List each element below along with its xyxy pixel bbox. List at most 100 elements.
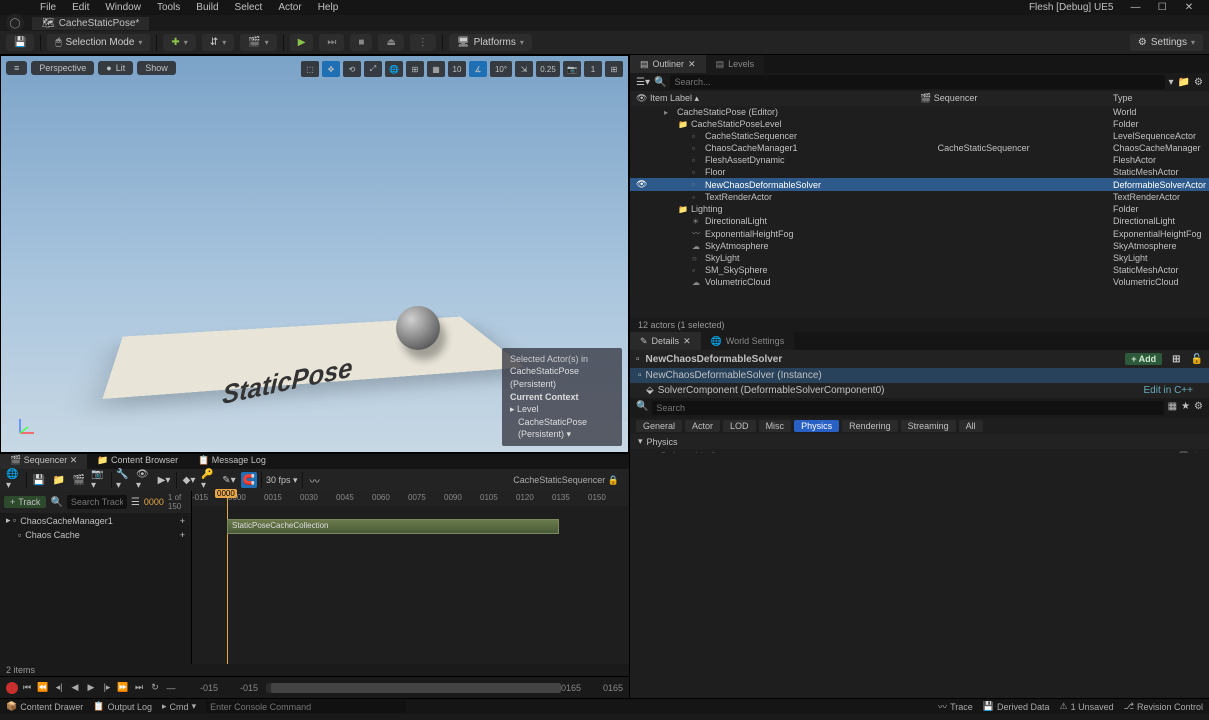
revision-control-button[interactable]: ⎇ Revision Control <box>1124 701 1203 712</box>
add-component-button[interactable]: + Add <box>1125 353 1162 365</box>
angle-snap-value[interactable]: 10° <box>490 61 512 77</box>
message-log-tab[interactable]: 📋 Message Log <box>188 454 276 469</box>
viewport-options[interactable]: ≡ <box>6 61 27 75</box>
menu-build[interactable]: Build <box>188 2 226 13</box>
stop-button[interactable]: ■ <box>350 34 372 51</box>
outliner-tab[interactable]: ▤ Outliner ✕ <box>630 55 706 73</box>
maximize-button[interactable]: ☐ <box>1150 2 1174 13</box>
save-icon[interactable]: 💾 <box>31 472 47 488</box>
view-icon[interactable]: 👁▾ <box>136 472 152 488</box>
grid-snap-icon[interactable]: ▦ <box>427 61 445 77</box>
filter-icon[interactable]: ☰ <box>131 497 140 508</box>
perspective-dropdown[interactable]: Perspective <box>31 61 94 75</box>
component-child[interactable]: ⬙ SolverComponent (DeformableSolverCompo… <box>630 383 1209 398</box>
component-root[interactable]: ▫ NewChaosDeformableSolver (Instance) <box>630 368 1209 383</box>
render-icon[interactable]: 🎬 <box>71 472 87 488</box>
menu-file[interactable]: File <box>32 2 64 13</box>
next-key-button[interactable]: |▸ <box>100 682 114 693</box>
edit-icon[interactable]: ✎▾ <box>221 472 237 488</box>
viewmode-dropdown[interactable]: ● Lit <box>98 61 133 75</box>
coord-space-icon[interactable]: 🌐 <box>385 61 403 77</box>
tree-row[interactable]: ▫ChaosCacheManager1CacheStaticSequencerC… <box>630 142 1209 154</box>
menu-help[interactable]: Help <box>310 2 347 13</box>
close-icon[interactable]: ✕ <box>683 336 691 347</box>
play-button[interactable]: ▶ <box>84 682 98 693</box>
frame-number[interactable]: 0000 <box>144 497 164 507</box>
filter-chip[interactable]: LOD <box>723 420 756 432</box>
col-type[interactable]: Type <box>1113 93 1203 104</box>
lock-icon[interactable]: 🔓 <box>1191 354 1203 365</box>
content-browser-tab[interactable]: 📁 Content Browser <box>87 454 188 469</box>
content-drawer-button[interactable]: 📦 Content Drawer <box>6 701 83 712</box>
unsaved-button[interactable]: ⚠ 1 Unsaved <box>1059 701 1113 712</box>
world-icon[interactable]: 🌐▾ <box>6 472 22 488</box>
settings-icon[interactable]: ⚙ <box>1194 77 1203 88</box>
grid-snap-value[interactable]: 10 <box>448 61 466 77</box>
dropdown-icon[interactable]: ▾ <box>1169 77 1174 88</box>
tree-row[interactable]: ○SkyLightSkyLight <box>630 252 1209 264</box>
timeline[interactable]: -015000000150030004500600075009001050120… <box>192 491 629 664</box>
curve-editor-icon[interactable]: 〰 <box>307 472 323 488</box>
track-search-input[interactable] <box>67 495 127 509</box>
transform-scale-icon[interactable]: ⤢ <box>364 61 382 77</box>
new-folder-icon[interactable]: 📁 <box>1178 77 1190 88</box>
col-sequencer[interactable]: 🎬 Sequencer <box>920 93 1113 104</box>
scale-snap-icon[interactable]: ⇲ <box>515 61 533 77</box>
col-item-label[interactable]: Item Label ▴ <box>650 93 920 104</box>
transform-move-icon[interactable]: ✥ <box>322 61 340 77</box>
tree-row[interactable]: ☁VolumetricCloudVolumetricCloud <box>630 276 1209 288</box>
filter-icon[interactable]: ☰▾ <box>636 77 650 88</box>
add-key-icon[interactable]: + <box>180 516 185 526</box>
step-fwd-button[interactable]: ⏩ <box>116 682 130 693</box>
goto-start-button[interactable]: ⏮ <box>20 682 34 693</box>
track-row[interactable]: ▸ ▫ ChaosCacheManager1+ <box>0 513 191 528</box>
play-options[interactable]: ⋮ <box>410 34 436 51</box>
document-tab[interactable]: 🗺 CacheStaticPose <box>32 17 149 30</box>
settings-dropdown[interactable]: ⚙ Settings <box>1130 34 1203 51</box>
levels-tab[interactable]: ▤ Levels <box>706 55 765 73</box>
details-tab[interactable]: ✎ Details ✕ <box>630 332 701 350</box>
details-search-input[interactable] <box>652 401 1163 415</box>
axis-gizmo-icon[interactable] <box>16 417 36 437</box>
tree-row[interactable]: ▫FloorStaticMeshActor <box>630 166 1209 178</box>
minimize-button[interactable]: — <box>1123 2 1147 13</box>
close-icon[interactable]: ✕ <box>70 455 78 465</box>
actions-icon[interactable]: 🔧▾ <box>116 472 132 488</box>
section-physics[interactable]: ▾ Physics <box>630 434 1209 449</box>
outliner-search-input[interactable] <box>670 75 1164 89</box>
filter-chip[interactable]: Physics <box>794 420 839 432</box>
sequencer-tab[interactable]: 🎬 Sequencer ✕ <box>0 454 87 469</box>
menu-window[interactable]: Window <box>97 2 149 13</box>
save-button[interactable]: 💾 <box>6 34 34 51</box>
snap-icon[interactable]: 🧲 <box>241 472 257 488</box>
tree-row[interactable]: ▫TextRenderActorTextRenderActor <box>630 191 1209 203</box>
scale-snap-value[interactable]: 0.25 <box>536 61 560 77</box>
fps-dropdown[interactable]: 30 fps ▾ <box>266 475 298 486</box>
gear-icon[interactable]: ⚙ <box>1194 401 1203 415</box>
transform-rotate-icon[interactable]: ⟲ <box>343 61 361 77</box>
world-settings-tab[interactable]: 🌐 World Settings <box>701 332 795 350</box>
tree-row[interactable]: 〰ExponentialHeightFogExponentialHeightFo… <box>630 227 1209 240</box>
platforms-dropdown[interactable]: 🖥 Platforms <box>449 34 532 51</box>
flesh-asset-sphere[interactable] <box>396 306 440 350</box>
star-icon[interactable]: ★ <box>1181 401 1190 415</box>
menu-actor[interactable]: Actor <box>270 2 309 13</box>
filter-chip[interactable]: Actor <box>685 420 720 432</box>
camera-icon[interactable]: 📷▾ <box>91 472 107 488</box>
close-button[interactable]: ✕ <box>1177 2 1201 13</box>
track-row[interactable]: ▫ Chaos Cache+ <box>0 528 191 542</box>
menu-select[interactable]: Select <box>227 2 271 13</box>
hierarchy-icon[interactable]: ⊞ <box>1168 354 1184 365</box>
menu-tools[interactable]: Tools <box>149 2 188 13</box>
sequence-clip[interactable]: StaticPoseCacheCollection <box>227 519 559 534</box>
console-input[interactable] <box>206 701 406 713</box>
outliner-tree[interactable]: ▸CacheStaticPose (Editor)World📁CacheStat… <box>630 106 1209 318</box>
angle-snap-icon[interactable]: ∡ <box>469 61 487 77</box>
filter-chip[interactable]: General <box>636 420 682 432</box>
camera-speed-value[interactable]: 1 <box>584 61 602 77</box>
loop-button[interactable]: ↻ <box>148 682 162 693</box>
eye-icon[interactable]: 👁 <box>636 93 650 104</box>
tree-row[interactable]: ☁SkyAtmosphereSkyAtmosphere <box>630 240 1209 252</box>
edit-cpp-link[interactable]: Edit in C++ <box>1144 385 1193 396</box>
cinematics-button[interactable]: 🎬 <box>240 34 276 51</box>
